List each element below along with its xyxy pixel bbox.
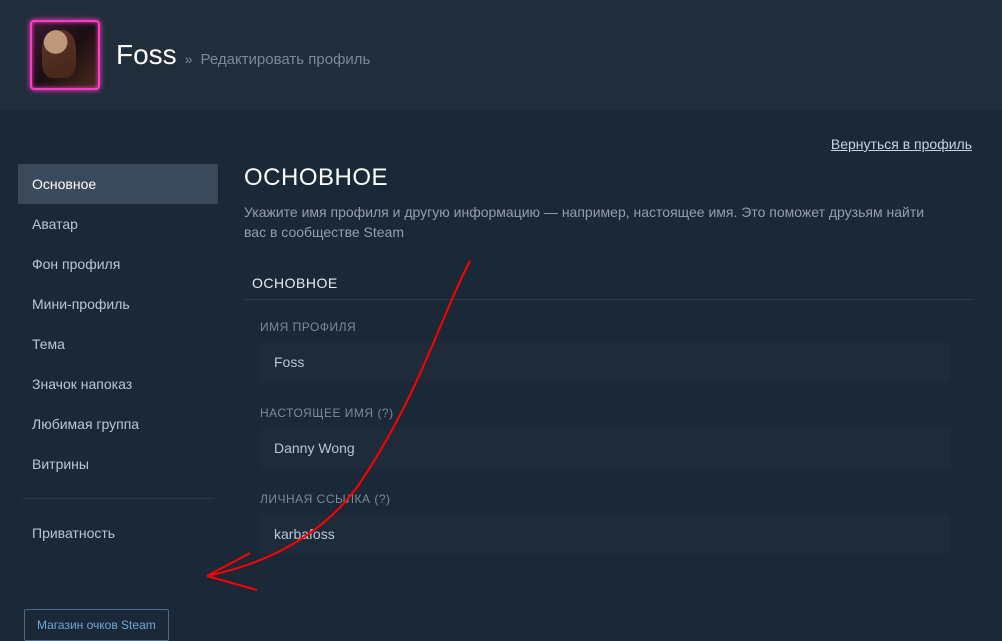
page-description: Укажите имя профиля и другую информацию … bbox=[244, 202, 944, 243]
label-text: ЛИЧНАЯ ССЫЛКА bbox=[260, 492, 371, 506]
sidebar-item-label: Любимая группа bbox=[32, 416, 139, 432]
points-shop-label: Магазин очков Steam bbox=[37, 618, 156, 632]
sidebar-item-label: Мини-профиль bbox=[32, 296, 130, 312]
sidebar-item-label: Аватар bbox=[32, 216, 78, 232]
field-label: НАСТОЯЩЕЕ ИМЯ (?) bbox=[260, 406, 974, 420]
sidebar-item-badge[interactable]: Значок напоказ bbox=[18, 364, 218, 404]
points-shop-button[interactable]: Магазин очков Steam bbox=[24, 609, 169, 641]
field-profile-name: ИМЯ ПРОФИЛЯ bbox=[244, 320, 974, 382]
help-icon[interactable]: (?) bbox=[377, 406, 393, 420]
sidebar-item-privacy[interactable]: Приватность bbox=[18, 513, 218, 553]
field-custom-url: ЛИЧНАЯ ССЫЛКА (?) bbox=[244, 492, 974, 554]
label-text: ИМЯ ПРОФИЛЯ bbox=[260, 320, 356, 334]
sidebar-item-label: Значок напоказ bbox=[32, 376, 132, 392]
breadcrumb-subtitle: Редактировать профиль bbox=[200, 51, 370, 68]
breadcrumb-separator: » bbox=[185, 51, 193, 67]
section-heading: ОСНОВНОЕ bbox=[244, 267, 974, 300]
sidebar-item-avatar[interactable]: Аватар bbox=[18, 204, 218, 244]
sidebar: Основное Аватар Фон профиля Мини-профиль… bbox=[18, 134, 218, 641]
custom-url-input[interactable] bbox=[260, 514, 950, 554]
sidebar-item-group[interactable]: Любимая группа bbox=[18, 404, 218, 444]
profile-name-input[interactable] bbox=[260, 342, 950, 382]
sidebar-item-miniprofile[interactable]: Мини-профиль bbox=[18, 284, 218, 324]
sidebar-separator bbox=[22, 498, 214, 499]
page-title: ОСНОВНОЕ bbox=[244, 164, 974, 192]
sidebar-item-label: Витрины bbox=[32, 456, 89, 472]
sidebar-item-background[interactable]: Фон профиля bbox=[18, 244, 218, 284]
real-name-input[interactable] bbox=[260, 428, 950, 468]
sidebar-item-label: Тема bbox=[32, 336, 65, 352]
back-link-row: Вернуться в профиль bbox=[831, 136, 972, 154]
profile-header: Foss » Редактировать профиль bbox=[0, 0, 1002, 110]
sidebar-item-showcases[interactable]: Витрины bbox=[18, 444, 218, 484]
label-text: НАСТОЯЩЕЕ ИМЯ bbox=[260, 406, 374, 420]
header-title: Foss » Редактировать профиль bbox=[116, 39, 370, 71]
sidebar-item-label: Основное bbox=[32, 176, 96, 192]
main-panel: ОСНОВНОЕ Укажите имя профиля и другую ин… bbox=[244, 134, 974, 641]
field-label: ИМЯ ПРОФИЛЯ bbox=[260, 320, 974, 334]
field-real-name: НАСТОЯЩЕЕ ИМЯ (?) bbox=[244, 406, 974, 468]
sidebar-item-label: Приватность bbox=[32, 525, 115, 541]
username: Foss bbox=[116, 39, 177, 71]
avatar[interactable] bbox=[30, 20, 100, 90]
sidebar-item-label: Фон профиля bbox=[32, 256, 120, 272]
sidebar-item-theme[interactable]: Тема bbox=[18, 324, 218, 364]
field-label: ЛИЧНАЯ ССЫЛКА (?) bbox=[260, 492, 974, 506]
back-to-profile-link[interactable]: Вернуться в профиль bbox=[831, 136, 972, 152]
help-icon[interactable]: (?) bbox=[374, 492, 390, 506]
sidebar-item-general[interactable]: Основное bbox=[18, 164, 218, 204]
